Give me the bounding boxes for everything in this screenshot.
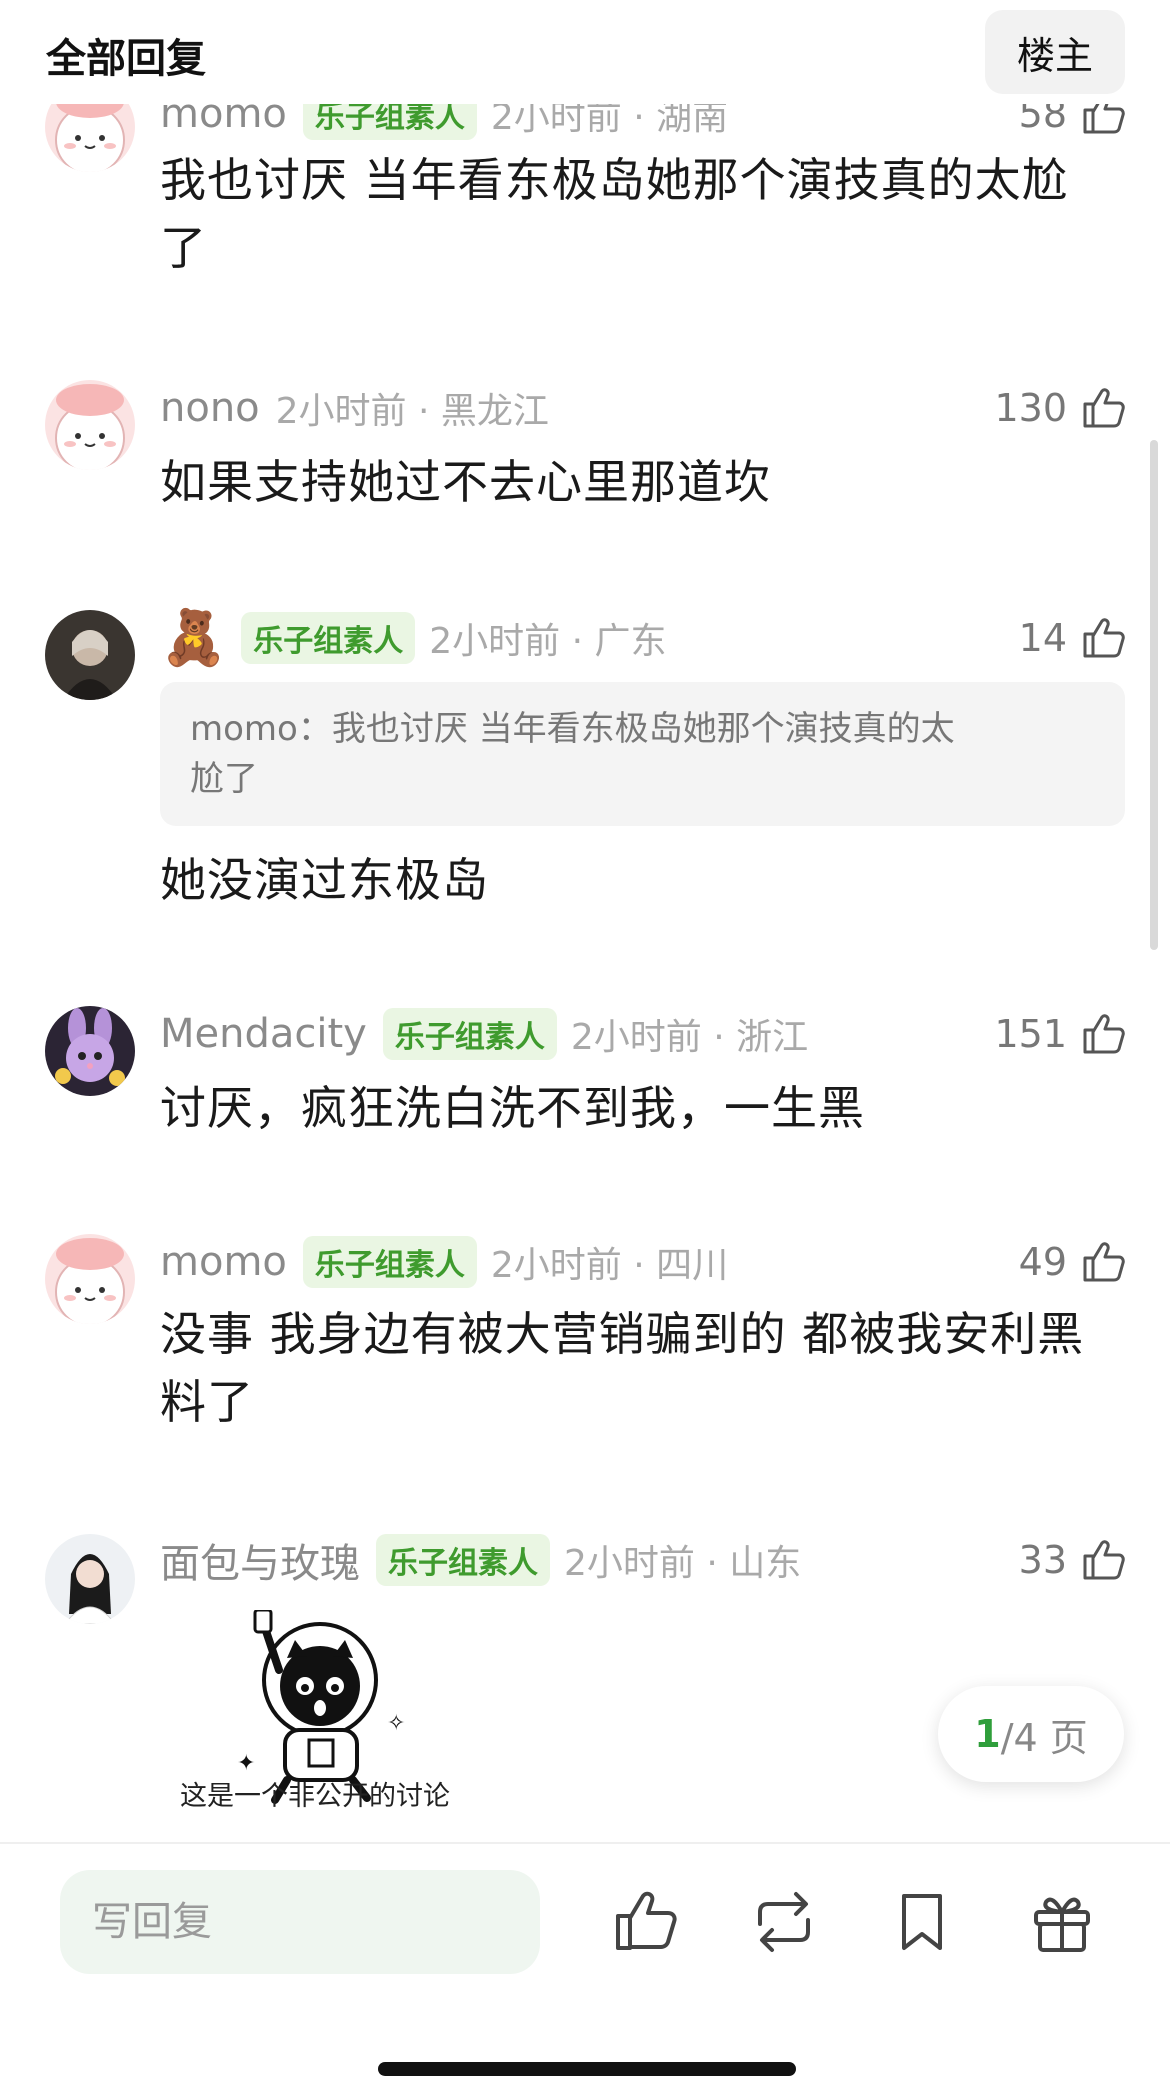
sticker-caption: 这是一个非公开的讨论 [180,1781,450,1812]
comment-text-line: 了 [160,221,207,275]
plush-rabbit-avatar-icon [45,1006,135,1096]
thumb-up-icon[interactable] [1079,384,1127,432]
username[interactable]: nono [160,385,260,431]
thumb-up-icon[interactable] [610,1886,682,1958]
group-badge: 乐子组素人 [376,1534,550,1586]
user-avatar[interactable] [45,1234,135,1324]
username[interactable]: 面包与玫瑰 [160,1531,360,1589]
gift-icon[interactable] [1026,1886,1098,1958]
comment-text-line: 讨厌，疯狂洗白洗不到我，一生黑 [160,1081,865,1135]
pink-character-avatar-icon [45,1234,135,1324]
comment-text-line: 料了 [160,1375,254,1429]
comment-text-line: 如果支持她过不去心里那道坎 [160,455,771,509]
bottom-action-bar [0,1842,1170,2092]
comment-meta: nono 2小时前 · 黑龙江 [160,380,549,436]
like-count: 151 [994,1012,1067,1056]
thumb-up-icon[interactable] [1079,1238,1127,1286]
username[interactable]: Mendacity [160,1011,367,1057]
quote-line: 尬了 [190,759,258,799]
total-pages: /4 页 [1000,1715,1088,1760]
bookmark-icon[interactable] [886,1886,958,1958]
like-control[interactable]: 151 [994,1006,1127,1062]
page-title: 全部回复 [46,36,206,82]
comment-text: 我也讨厌 当年看东极岛她那个演技真的太尬 了 [160,146,1120,282]
like-control[interactable]: 14 [1019,610,1127,666]
username[interactable]: momo [160,1239,287,1285]
time-location: 2小时前 · 广东 [429,621,667,662]
photo-avatar-icon [45,1534,135,1624]
like-control[interactable]: 49 [1019,1234,1127,1290]
comment-text: 没事 我身边有被大营销骗到的 都被我安利黑 料了 [160,1300,1120,1436]
photo-avatar-icon [45,610,135,700]
comment-meta: 面包与玫瑰 乐子组素人 2小时前 · 山东 [160,1532,801,1588]
thumb-up-icon[interactable] [1079,614,1127,662]
time-location: 2小时前 · 四川 [490,1245,729,1286]
like-control[interactable]: 130 [994,380,1127,436]
comment-list[interactable]: momo 乐子组素人 2小时前 · 湖南 58 我也讨厌 当年看东极岛她那个演技… [0,0,1170,1840]
svg-text:✦: ✦ [237,1751,255,1776]
quote-line: momo：我也讨厌 当年看东极岛她那个演技真的太 [190,709,955,749]
time-location: 2小时前 · 浙江 [570,1017,809,1058]
reply-input[interactable] [60,1870,540,1974]
group-badge: 乐子组素人 [302,1236,477,1288]
pink-character-avatar-icon [45,380,135,470]
comment-text: 讨厌，疯狂洗白洗不到我，一生黑 [160,1074,1120,1142]
svg-text:✧: ✧ [387,1711,405,1736]
time-location: 2小时前 · 黑龙江 [275,391,549,432]
like-count: 33 [1018,1538,1067,1582]
like-count: 14 [1018,616,1067,660]
page-indicator[interactable]: 1 /4 页 [938,1686,1124,1782]
time-location: 2小时前 · 山东 [564,1543,802,1584]
scrollbar[interactable] [1150,440,1158,950]
like-control[interactable]: 33 [1019,1532,1127,1588]
group-badge: 乐子组素人 [241,612,416,664]
user-avatar[interactable] [45,380,135,470]
comment-meta: momo 乐子组素人 2小时前 · 四川 [160,1234,728,1290]
user-avatar[interactable] [45,1534,135,1624]
user-avatar[interactable] [45,1006,135,1096]
repost-icon[interactable] [748,1886,820,1958]
user-avatar[interactable] [45,610,135,700]
group-badge: 乐子组素人 [382,1008,557,1060]
comment-text-line: 没事 我身边有被大营销骗到的 都被我安利黑 [160,1307,1085,1361]
like-count: 49 [1018,1240,1067,1284]
thumb-up-icon[interactable] [1079,1010,1127,1058]
comment-text-line: 我也讨厌 当年看东极岛她那个演技真的太尬 [160,153,1069,207]
comment-meta: Mendacity 乐子组素人 2小时前 · 浙江 [160,1006,808,1062]
comment-text: 她没演过东极岛 [160,846,1120,914]
thumb-up-icon[interactable] [1079,1536,1127,1584]
like-count: 130 [994,386,1067,430]
comment-meta: 🧸 乐子组素人 2小时前 · 广东 [160,606,667,669]
current-page: 1 [974,1712,1001,1756]
owner-only-button[interactable]: 楼主 [985,10,1125,94]
quoted-reply[interactable]: momo：我也讨厌 当年看东极岛她那个演技真的太 尬了 [160,682,1125,826]
home-indicator[interactable] [378,2062,796,2076]
header: 全部回复 楼主 [0,0,1170,104]
teddy-bear-username[interactable]: 🧸 [160,606,227,670]
comment-text-line: 她没演过东极岛 [160,853,489,907]
comment-text: 如果支持她过不去心里那道坎 [160,448,1120,516]
